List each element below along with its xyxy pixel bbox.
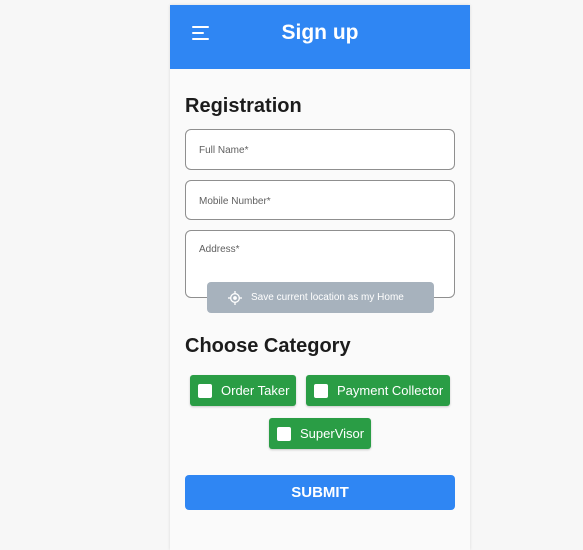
gps-target-icon — [228, 290, 242, 305]
address-input[interactable] — [199, 244, 439, 284]
mobile-number-field[interactable] — [185, 180, 455, 220]
category-order-taker[interactable]: Order Taker — [190, 375, 296, 406]
mobile-number-input[interactable] — [199, 194, 439, 208]
signup-screen: Sign up Registration Save current locati… — [170, 5, 470, 550]
registration-heading: Registration — [185, 95, 302, 117]
hamburger-menu-icon[interactable] — [192, 25, 212, 43]
full-name-field[interactable] — [185, 129, 455, 170]
category-label: Order Taker — [221, 383, 290, 398]
submit-button[interactable]: SUBMIT — [185, 475, 455, 510]
page-title: Sign up — [281, 21, 359, 44]
category-label: SuperVisor — [300, 426, 365, 441]
app-bar: Sign up — [170, 5, 470, 69]
save-location-button[interactable]: Save current location as my Home — [207, 282, 434, 313]
choose-category-heading: Choose Category — [185, 335, 351, 357]
checkbox[interactable] — [314, 383, 328, 398]
save-location-label: Save current location as my Home — [251, 292, 404, 303]
checkbox[interactable] — [198, 383, 212, 398]
category-payment-collector[interactable]: Payment Collector — [306, 375, 450, 406]
category-supervisor[interactable]: SuperVisor — [269, 418, 371, 449]
full-name-input[interactable] — [199, 143, 439, 157]
checkbox[interactable] — [277, 426, 291, 441]
category-label: Payment Collector — [337, 383, 444, 398]
